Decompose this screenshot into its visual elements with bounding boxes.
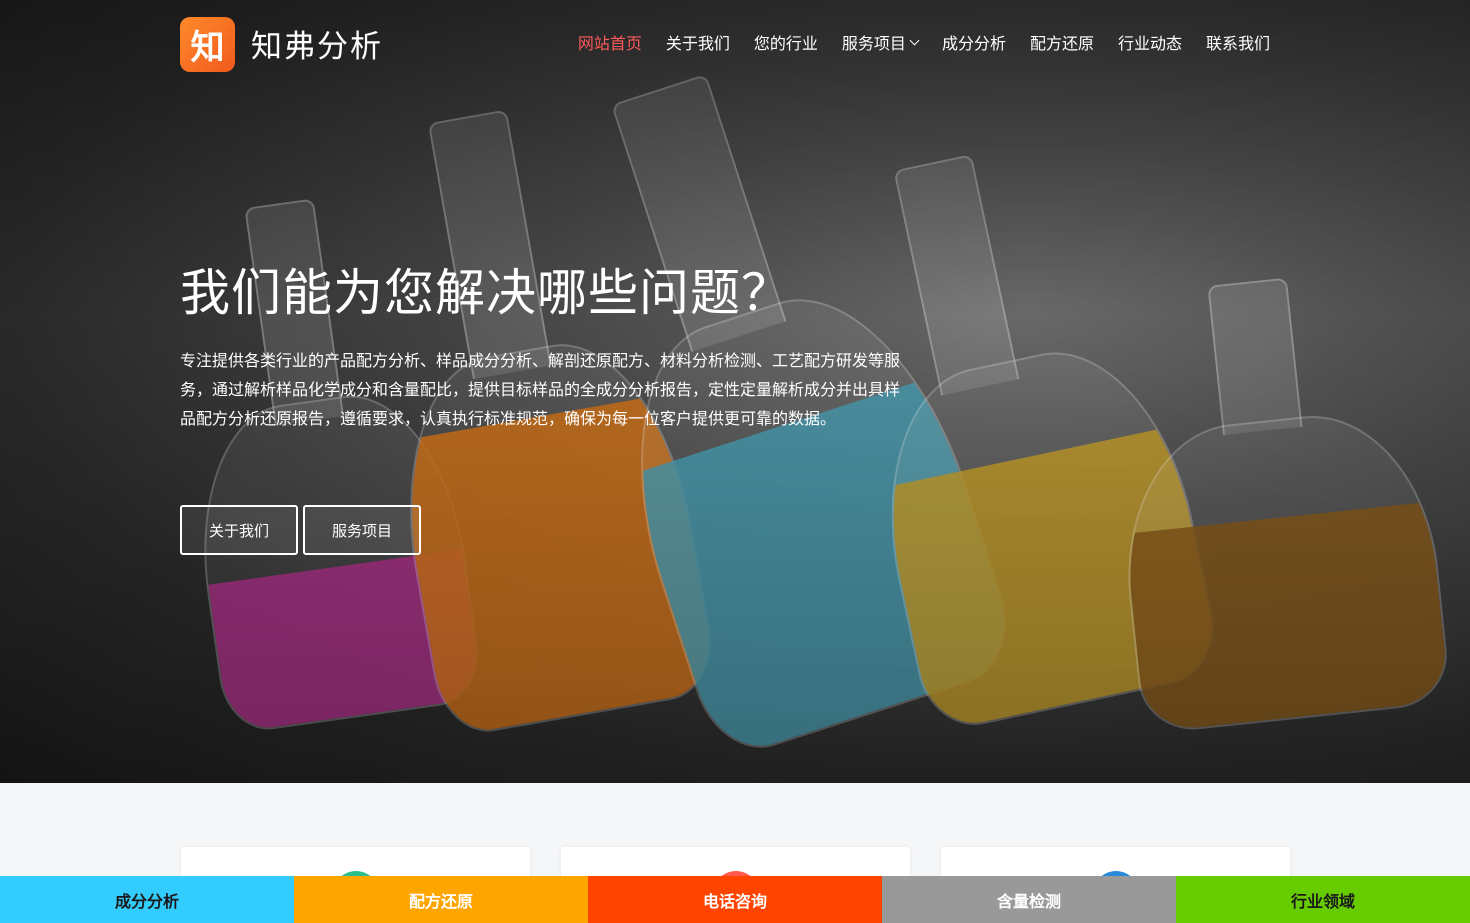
about-button[interactable]: 关于我们	[180, 505, 298, 555]
nav-composition[interactable]: 成分分析	[942, 30, 1006, 54]
hero-title: 我们能为您解决哪些问题？	[180, 264, 792, 322]
nav-services[interactable]: 服务项目	[842, 30, 920, 54]
site-header: 知 知弗分析 网站首页 关于我们 您的行业 服务项目 成分分析 配方还原 行业动…	[0, 0, 1470, 86]
quick-composition-button[interactable]: 成分分析	[0, 876, 294, 923]
nav-about[interactable]: 关于我们	[666, 30, 730, 54]
nav-contact[interactable]: 联系我们	[1206, 30, 1270, 54]
nav-industry[interactable]: 您的行业	[754, 30, 818, 54]
hero-description: 专注提供各类行业的产品配方分析、样品成分分析、解剖还原配方、材料分析检测、工艺配…	[180, 351, 901, 428]
quick-phone-button[interactable]: 电话咨询	[588, 876, 882, 923]
main-nav: 网站首页 关于我们 您的行业 服务项目 成分分析 配方还原 行业动态 联系我们	[578, 30, 1270, 54]
nav-home[interactable]: 网站首页	[578, 30, 642, 54]
hero-banner: 知 知弗分析 网站首页 关于我们 您的行业 服务项目 成分分析 配方还原 行业动…	[0, 0, 1470, 783]
services-button[interactable]: 服务项目	[303, 505, 421, 555]
quick-formula-button[interactable]: 配方还原	[294, 876, 588, 923]
bottom-quick-bar: 成分分析 配方还原 电话咨询 含量检测 行业领域	[0, 876, 1470, 923]
chevron-down-icon	[909, 35, 920, 45]
logo-icon[interactable]: 知	[180, 17, 235, 72]
quick-content-test-button[interactable]: 含量检测	[882, 876, 1176, 923]
quick-industry-button[interactable]: 行业领域	[1176, 876, 1470, 923]
nav-news[interactable]: 行业动态	[1118, 30, 1182, 54]
nav-formula[interactable]: 配方还原	[1030, 30, 1094, 54]
brand-name[interactable]: 知弗分析	[251, 21, 383, 66]
